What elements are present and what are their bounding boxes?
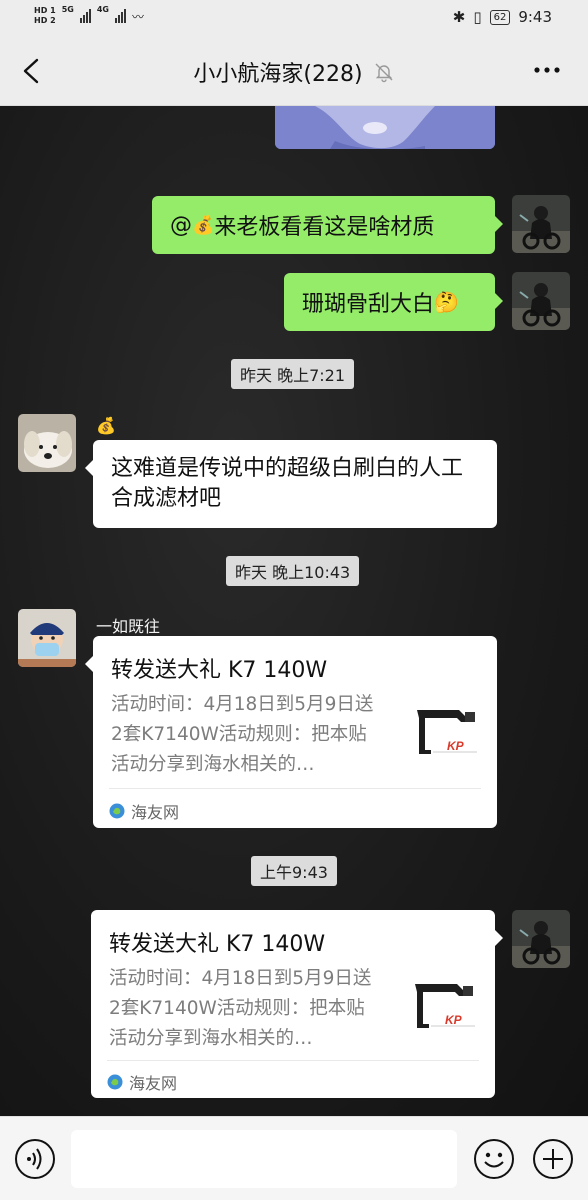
card-source: 海友网 (109, 799, 179, 823)
link-card[interactable]: 转发送大礼 K7 140W 活动时间：4月18日到5月9日送2套K7140W活动… (91, 910, 503, 1098)
timestamp: 昨天 晚上10:43 (226, 556, 360, 586)
card-thumbnail: KP (409, 702, 481, 762)
message-text: 来老板看看这是啥材质 (214, 215, 435, 240)
bluetooth-icon: ✱ (452, 8, 466, 26)
globe-icon (109, 803, 125, 819)
chat-header: 小小航海家(228) (0, 36, 588, 106)
svg-text:KP: KP (447, 739, 465, 753)
plus-icon[interactable] (532, 1138, 574, 1180)
network-type-2: 4G (96, 5, 109, 14)
message-bubble-incoming[interactable]: 这难道是传说中的超级白刷白的人工合成滤材吧 (85, 440, 497, 528)
message-text: 这难道是传说中的超级白刷白的人工合成滤材吧 (111, 456, 464, 511)
card-title: 转发送大礼 K7 140W (111, 658, 328, 683)
mute-bell-icon (375, 63, 393, 83)
message-text: 珊瑚骨刮大白 (302, 292, 435, 317)
message-bubble-outgoing[interactable]: 珊瑚骨刮大白 🤔 (284, 273, 503, 331)
message-input[interactable] (71, 1130, 457, 1188)
clock: 9:43 (518, 8, 552, 26)
card-thumbnail: KP (407, 976, 479, 1036)
emoji-icon[interactable] (473, 1138, 515, 1180)
card-title: 转发送大礼 K7 140W (109, 932, 326, 957)
avatar[interactable] (512, 195, 570, 253)
signal-1-icon (79, 9, 91, 23)
chat-title: 小小航海家(228) (193, 62, 363, 87)
globe-icon (107, 1074, 123, 1090)
signal-2-icon (114, 9, 126, 23)
timestamp: 昨天 晚上7:21 (231, 359, 355, 389)
network-type-1: 5G (61, 5, 74, 14)
timestamp: 上午9:43 (251, 856, 337, 886)
voice-icon[interactable] (14, 1138, 56, 1180)
status-bar: HD 1 HD 2 5G 4G 〰 ✱ ▯ 62 9:43 (0, 0, 588, 36)
more-icon[interactable] (532, 58, 562, 82)
input-bar (0, 1116, 588, 1200)
card-divider (109, 788, 481, 789)
sim-indicator: HD 1 HD 2 (34, 6, 56, 25)
avatar[interactable] (512, 910, 570, 968)
battery-icon: 62 (489, 9, 511, 25)
avatar[interactable] (512, 272, 570, 330)
avatar[interactable] (18, 414, 76, 472)
mention-at: @ (170, 212, 192, 238)
nfc-icon: 〰 (131, 9, 144, 24)
vibrate-icon: ▯ (473, 8, 482, 26)
card-source: 海友网 (107, 1070, 177, 1094)
card-description: 活动时间：4月18日到5月9日送2套K7140W活动规则：把本贴活动分享到海水相… (111, 694, 374, 775)
sender-name: 💰 (96, 416, 116, 435)
svg-text:KP: KP (445, 1013, 463, 1027)
link-card[interactable]: 转发送大礼 K7 140W 活动时间：4月18日到5月9日送2套K7140W活动… (85, 636, 497, 828)
message-bubble-outgoing[interactable]: @ 💰 来老板看看这是啥材质 (152, 196, 503, 254)
money-bag-emoji: 💰 (192, 214, 215, 236)
avatar[interactable] (18, 609, 76, 667)
image-message[interactable] (275, 106, 495, 149)
card-divider (107, 1060, 479, 1061)
thinking-emoji: 🤔 (434, 290, 459, 314)
chat-area[interactable]: @ 💰 来老板看看这是啥材质 珊瑚骨刮大白 🤔 昨天 晚上7:21 💰 这难道是… (0, 106, 588, 1116)
card-description: 活动时间：4月18日到5月9日送2套K7140W活动规则：把本贴活动分享到海水相… (109, 968, 372, 1049)
sender-name: 一如既往 (96, 617, 161, 636)
